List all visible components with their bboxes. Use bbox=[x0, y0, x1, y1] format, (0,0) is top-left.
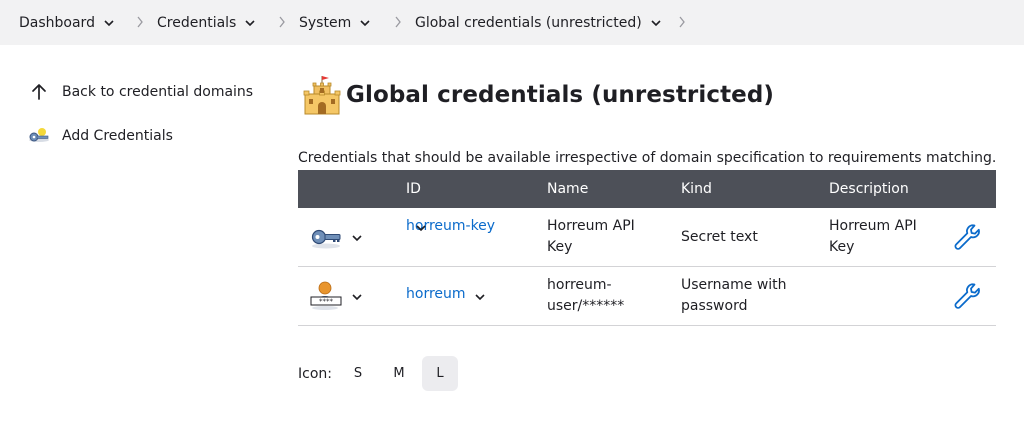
chevron-down-icon[interactable] bbox=[103, 17, 115, 29]
table-row: **** horreum horreum- user/****** Userna… bbox=[298, 267, 996, 326]
column-header-name[interactable]: Name bbox=[547, 170, 588, 208]
breadcrumb-label[interactable]: System bbox=[299, 15, 351, 31]
credentials-table: ID Name Kind Description horreum-key Hor… bbox=[298, 170, 996, 326]
svg-text:****: **** bbox=[319, 298, 334, 306]
column-header-kind[interactable]: Kind bbox=[681, 170, 712, 208]
table-row: horreum-key Horreum API Key Secret text … bbox=[298, 208, 996, 267]
chevron-right-icon bbox=[679, 16, 685, 28]
breadcrumb-label[interactable]: Global credentials (unrestricted) bbox=[415, 15, 642, 31]
credential-description: Horreum API Key bbox=[829, 218, 917, 255]
icon-size-selector: Icon: S M L bbox=[298, 356, 458, 391]
icon-size-large-button[interactable]: L bbox=[421, 356, 458, 391]
credential-kind: Username with password bbox=[681, 277, 787, 314]
column-header-description[interactable]: Description bbox=[829, 170, 909, 208]
credential-name: horreum- user/****** bbox=[547, 277, 625, 314]
icon-size-medium-button[interactable]: M bbox=[381, 356, 417, 391]
sidebar-item-add-credentials[interactable]: Add Credentials bbox=[28, 124, 173, 148]
chevron-right-icon bbox=[395, 16, 401, 28]
wrench-icon[interactable] bbox=[952, 281, 982, 311]
wrench-icon[interactable] bbox=[952, 222, 982, 252]
chevron-down-icon[interactable] bbox=[650, 17, 662, 29]
credential-kind: Secret text bbox=[681, 229, 758, 245]
key-icon bbox=[28, 125, 50, 147]
credential-name: Horreum API Key bbox=[547, 218, 635, 255]
table-header: ID Name Kind Description bbox=[298, 170, 996, 208]
icon-size-label: Icon: bbox=[298, 365, 332, 382]
page-header: Global credentials (unrestricted) bbox=[302, 74, 774, 116]
chevron-right-icon bbox=[279, 16, 285, 28]
sidebar-item-back-to-domains[interactable]: Back to credential domains bbox=[28, 80, 253, 104]
key-icon bbox=[311, 229, 341, 249]
breadcrumb-global-credentials[interactable]: Global credentials (unrestricted) bbox=[415, 0, 662, 45]
castle-icon bbox=[303, 76, 341, 115]
chevron-down-icon[interactable] bbox=[359, 17, 371, 29]
page-description: Credentials that should be available irr… bbox=[298, 150, 997, 166]
page-title: Global credentials (unrestricted) bbox=[346, 82, 775, 108]
credential-id-link[interactable]: horreum bbox=[406, 284, 466, 305]
sidebar-item-label[interactable]: Back to credential domains bbox=[62, 84, 253, 100]
breadcrumb-dashboard[interactable]: Dashboard bbox=[19, 0, 115, 45]
icon-size-small-button[interactable]: S bbox=[340, 356, 376, 391]
chevron-right-icon bbox=[137, 16, 143, 28]
chevron-down-icon[interactable] bbox=[415, 222, 427, 234]
column-header-id[interactable]: ID bbox=[406, 170, 421, 208]
chevron-down-icon[interactable] bbox=[351, 232, 363, 244]
breadcrumb-credentials[interactable]: Credentials bbox=[157, 0, 256, 45]
arrow-up-icon bbox=[28, 81, 50, 103]
chevron-down-icon[interactable] bbox=[474, 291, 486, 303]
breadcrumb: Dashboard Credentials System Global cred… bbox=[0, 0, 1024, 45]
breadcrumb-system[interactable]: System bbox=[299, 0, 371, 45]
user-password-icon: **** bbox=[310, 281, 342, 310]
sidebar-item-label[interactable]: Add Credentials bbox=[62, 128, 173, 144]
chevron-down-icon[interactable] bbox=[351, 291, 363, 303]
chevron-down-icon[interactable] bbox=[244, 17, 256, 29]
breadcrumb-label[interactable]: Dashboard bbox=[19, 15, 95, 31]
breadcrumb-label[interactable]: Credentials bbox=[157, 15, 236, 31]
